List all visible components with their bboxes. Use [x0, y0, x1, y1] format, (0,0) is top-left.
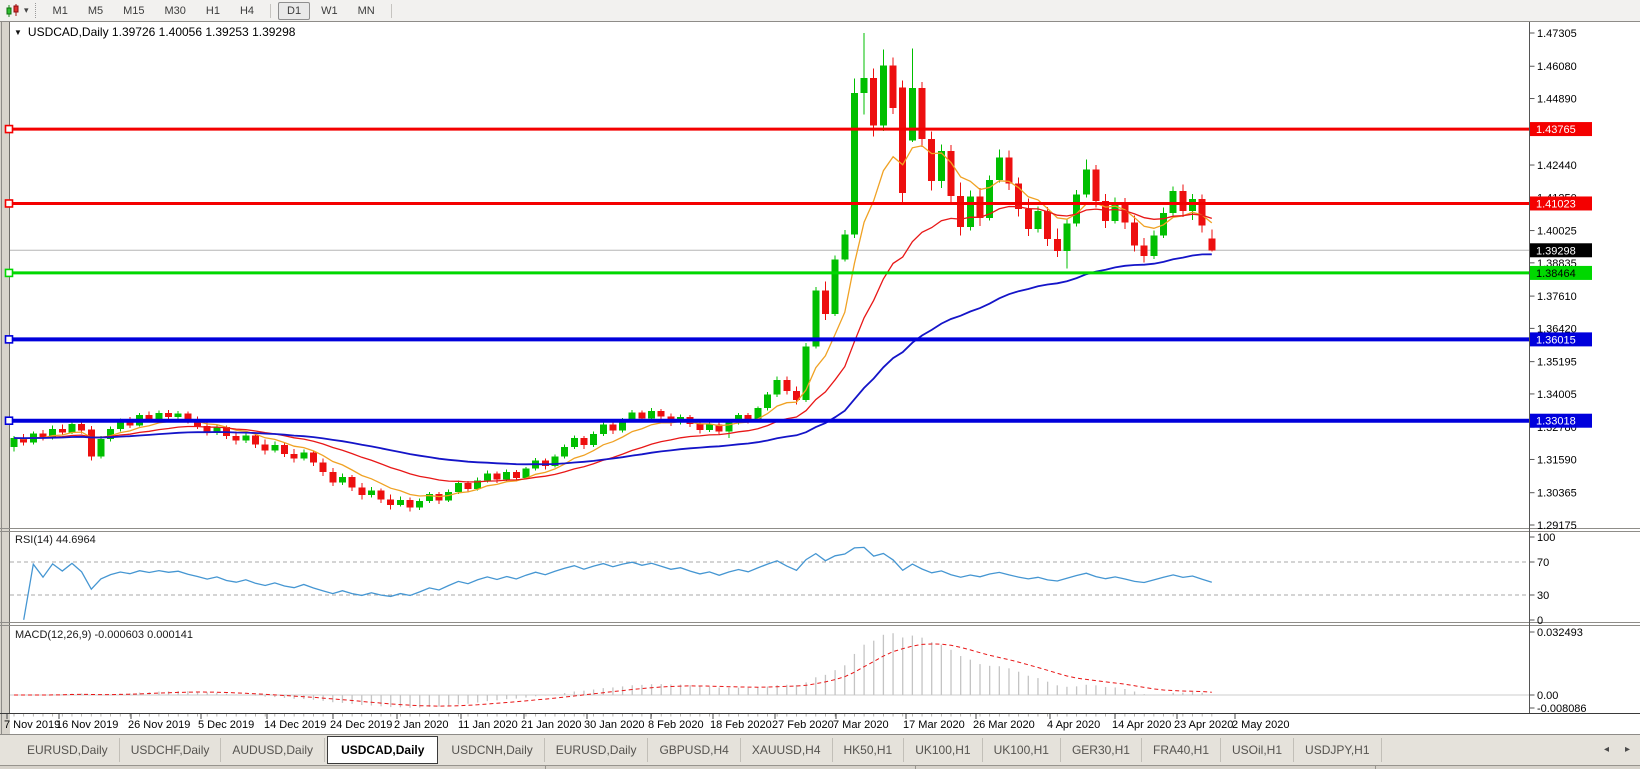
- timeframe-button-mn[interactable]: MN: [349, 2, 384, 20]
- svg-text:1.42440: 1.42440: [1537, 160, 1577, 172]
- timeframe-button-h4[interactable]: H4: [231, 2, 263, 20]
- tab-usoil-h1[interactable]: USOil,H1: [1221, 738, 1294, 762]
- timeframe-button-w1[interactable]: W1: [312, 2, 347, 20]
- timeframe-button-h1[interactable]: H1: [197, 2, 229, 20]
- svg-text:1.33018: 1.33018: [1536, 416, 1576, 428]
- svg-text:1.41023: 1.41023: [1536, 198, 1576, 210]
- svg-text:0.032493: 0.032493: [1537, 627, 1583, 639]
- svg-text:30: 30: [1537, 590, 1549, 602]
- chart-type-dropdown-icon[interactable]: ▾: [24, 5, 29, 16]
- tab-usdcnh-daily[interactable]: USDCNH,Daily: [440, 738, 544, 762]
- svg-text:26 Nov 2019: 26 Nov 2019: [128, 719, 190, 731]
- svg-text:-0.008086: -0.008086: [1537, 703, 1587, 715]
- tab-uk100-h1[interactable]: UK100,H1: [904, 738, 982, 762]
- svg-text:21 Jan 2020: 21 Jan 2020: [521, 719, 582, 731]
- toolbar-separator: [270, 4, 271, 18]
- timeframe-button-m1[interactable]: M1: [44, 2, 77, 20]
- rsi-indicator-label: RSI(14) 44.6964: [15, 534, 96, 546]
- svg-text:0.00: 0.00: [1537, 690, 1558, 702]
- svg-text:1.35195: 1.35195: [1537, 357, 1577, 369]
- tab-eurusd-daily[interactable]: EURUSD,Daily: [16, 738, 120, 762]
- tab-ger30-h1[interactable]: GER30,H1: [1061, 738, 1142, 762]
- tab-uk100-h1[interactable]: UK100,H1: [983, 738, 1061, 762]
- toolbar-grip[interactable]: [35, 3, 36, 18]
- tabs-scroll-right-icon[interactable]: ▸: [1625, 744, 1630, 755]
- svg-text:7 Mar 2020: 7 Mar 2020: [833, 719, 889, 731]
- chart-tabs-bar: EURUSD,DailyUSDCHF,DailyAUDUSD,DailyUSDC…: [0, 734, 1640, 765]
- svg-text:1.36015: 1.36015: [1536, 334, 1576, 346]
- timeframe-button-d1[interactable]: D1: [278, 2, 310, 20]
- svg-text:26 Mar 2020: 26 Mar 2020: [973, 719, 1035, 731]
- svg-text:16 Nov 2019: 16 Nov 2019: [56, 719, 118, 731]
- macd-indicator-label: MACD(12,26,9) -0.000603 0.000141: [15, 629, 193, 641]
- tab-xauusd-h4[interactable]: XAUUSD,H4: [741, 738, 833, 762]
- svg-text:100: 100: [1537, 532, 1555, 544]
- timeframe-toolbar: ▾ M1M5M15M30H1H4 D1W1MN: [0, 0, 1640, 22]
- svg-text:0: 0: [1537, 615, 1543, 627]
- svg-text:1.37610: 1.37610: [1537, 291, 1577, 303]
- svg-text:2 May 2020: 2 May 2020: [1232, 719, 1289, 731]
- svg-text:5 Dec 2019: 5 Dec 2019: [198, 719, 254, 731]
- tab-eurusd-daily[interactable]: EURUSD,Daily: [545, 738, 649, 762]
- svg-text:7 Nov 2019: 7 Nov 2019: [4, 719, 60, 731]
- svg-text:1.46080: 1.46080: [1537, 61, 1577, 73]
- tabs-scroll-left-icon[interactable]: ◂: [1604, 744, 1609, 755]
- svg-text:14 Apr 2020: 14 Apr 2020: [1112, 719, 1171, 731]
- candlestick-chart-icon[interactable]: [3, 3, 23, 19]
- timeframe-button-m30[interactable]: M30: [156, 2, 195, 20]
- tab-hk50-h1[interactable]: HK50,H1: [833, 738, 905, 762]
- svg-text:70: 70: [1537, 557, 1549, 569]
- svg-text:1.47305: 1.47305: [1537, 28, 1577, 40]
- svg-text:1.38464: 1.38464: [1536, 268, 1576, 280]
- tab-fra40-h1[interactable]: FRA40,H1: [1142, 738, 1221, 762]
- tab-usdcad-daily[interactable]: USDCAD,Daily: [327, 736, 438, 764]
- svg-text:27 Feb 2020: 27 Feb 2020: [772, 719, 834, 731]
- svg-text:8 Feb 2020: 8 Feb 2020: [648, 719, 704, 731]
- svg-text:17 Mar 2020: 17 Mar 2020: [903, 719, 965, 731]
- chart-title-row: ▼ USDCAD,Daily 1.39726 1.40056 1.39253 1…: [14, 25, 295, 39]
- svg-text:1.40025: 1.40025: [1537, 226, 1577, 238]
- svg-text:1.30365: 1.30365: [1537, 488, 1577, 500]
- svg-text:1.31590: 1.31590: [1537, 454, 1577, 466]
- svg-text:1.34005: 1.34005: [1537, 389, 1577, 401]
- svg-text:14 Dec 2019: 14 Dec 2019: [264, 719, 326, 731]
- one-click-trading-expand-icon[interactable]: ▼: [14, 28, 22, 37]
- svg-text:1.43765: 1.43765: [1536, 124, 1576, 136]
- tab-audusd-daily[interactable]: AUDUSD,Daily: [221, 738, 325, 762]
- tab-usdjpy-h1[interactable]: USDJPY,H1: [1294, 738, 1381, 762]
- chart-title: USDCAD,Daily 1.39726 1.40056 1.39253 1.3…: [28, 25, 296, 39]
- window-bottom-strip: [0, 765, 1640, 769]
- svg-text:24 Dec 2019: 24 Dec 2019: [330, 719, 392, 731]
- tab-gbpusd-h4[interactable]: GBPUSD,H4: [648, 738, 740, 762]
- svg-text:1.39298: 1.39298: [1536, 245, 1576, 257]
- svg-text:11 Jan 2020: 11 Jan 2020: [458, 719, 518, 731]
- svg-text:23 Apr 2020: 23 Apr 2020: [1174, 719, 1233, 731]
- chart-canvas[interactable]: 1.473051.460801.448901.436651.424401.412…: [0, 0, 1640, 768]
- tab-usdchf-daily[interactable]: USDCHF,Daily: [120, 738, 222, 762]
- svg-text:2 Jan 2020: 2 Jan 2020: [394, 719, 448, 731]
- svg-text:1.44890: 1.44890: [1537, 94, 1577, 106]
- svg-text:18 Feb 2020: 18 Feb 2020: [710, 719, 772, 731]
- svg-text:4 Apr 2020: 4 Apr 2020: [1047, 719, 1100, 731]
- timeframe-button-m5[interactable]: M5: [79, 2, 112, 20]
- timeframe-button-m15[interactable]: M15: [114, 2, 153, 20]
- svg-text:1.29175: 1.29175: [1537, 520, 1577, 532]
- svg-text:30 Jan 2020: 30 Jan 2020: [584, 719, 645, 731]
- toolbar-separator: [391, 4, 392, 18]
